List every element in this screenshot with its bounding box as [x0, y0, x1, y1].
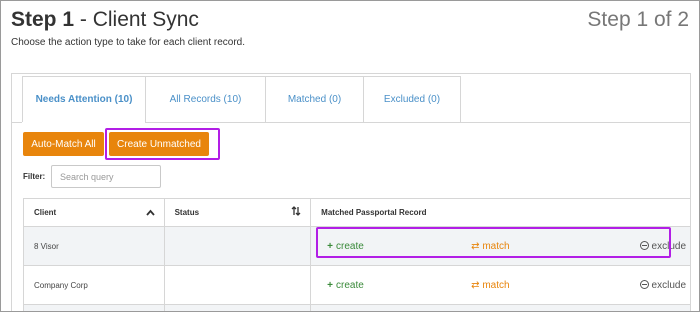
client-cell: Company Corp — [24, 266, 165, 304]
status-cell — [165, 305, 312, 311]
actions-cell: + create ⇄ match exclude — [311, 266, 690, 304]
active-tab-mask — [22, 122, 145, 123]
column-header-matched-record: Matched Passportal Record — [311, 199, 690, 226]
chevron-up-icon[interactable] — [145, 208, 155, 218]
circle-minus-icon — [639, 280, 649, 289]
step-count: Step 1 of 2 — [587, 8, 689, 31]
create-unmatched-highlight — [105, 128, 220, 160]
match-action-label: match — [482, 279, 510, 291]
match-action-link[interactable]: ⇄ match — [471, 280, 509, 291]
exclude-action-label: exclude — [651, 280, 687, 291]
exclude-action-link[interactable]: exclude — [639, 279, 687, 291]
column-header-label: Matched Passportal Record — [321, 208, 427, 217]
wizard-window: Step 1 - Client Sync Step 1 of 2 Choose … — [0, 0, 700, 312]
status-cell — [165, 227, 312, 265]
table-row: Company Corp + create ⇄ match exclude — [24, 266, 690, 305]
actions-cell — [311, 305, 690, 311]
filter-label: Filter: — [23, 172, 46, 181]
auto-match-all-button[interactable]: Auto-Match All — [23, 132, 104, 156]
client-cell: 8 Visor — [24, 227, 165, 265]
tab-all-records[interactable]: All Records (10) — [145, 76, 265, 123]
column-header-label: Client — [34, 208, 57, 217]
sort-arrows-icon[interactable] — [291, 206, 301, 219]
client-cell — [24, 305, 165, 311]
table-header-row: Client Status Matched Passportal Record — [24, 199, 690, 227]
create-action-link[interactable]: + create — [327, 280, 364, 291]
column-header-status[interactable]: Status — [165, 199, 312, 226]
tab-bar: Needs Attention (10) All Records (10) Ma… — [22, 76, 461, 123]
title-text: - Client Sync — [74, 8, 199, 31]
status-cell — [165, 266, 312, 304]
swap-arrows-icon: ⇄ — [471, 279, 483, 291]
search-input[interactable] — [51, 165, 161, 188]
page-subtitle: Choose the action type to take for each … — [11, 37, 246, 48]
step-label: Step 1 — [11, 8, 75, 31]
plus-icon: + — [327, 279, 334, 291]
records-panel: Needs Attention (10) All Records (10) Ma… — [11, 73, 691, 311]
column-header-client[interactable]: Client — [24, 199, 165, 226]
tab-excluded[interactable]: Excluded (0) — [363, 76, 461, 123]
create-action-label: create — [336, 279, 364, 291]
table-row — [24, 305, 690, 311]
column-header-label: Status — [174, 208, 200, 217]
row-actions-highlight — [316, 227, 671, 258]
tab-needs-attention[interactable]: Needs Attention (10) — [22, 76, 145, 123]
page-title: Step 1 - Client Sync — [11, 7, 199, 33]
tab-matched[interactable]: Matched (0) — [265, 76, 363, 123]
